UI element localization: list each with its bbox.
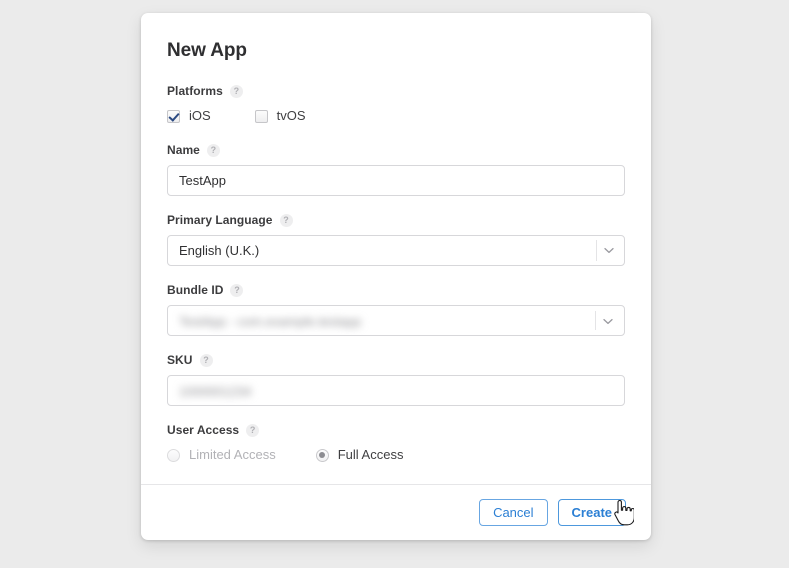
sku-input[interactable]: 1000001234: [167, 375, 625, 406]
radio-full-access[interactable]: Full Access: [315, 447, 404, 463]
checkbox-ios-label: iOS: [189, 108, 211, 123]
help-icon-user-access[interactable]: ?: [246, 424, 260, 437]
primary-language-label: Primary Language: [167, 213, 273, 227]
checkbox-tvos[interactable]: tvOS: [254, 108, 306, 124]
radio-limited-access-circle[interactable]: [167, 448, 180, 462]
platforms-checkbox-group: iOS tvOS: [167, 106, 625, 126]
checkbox-tvos-box[interactable]: [254, 109, 268, 123]
help-icon-name[interactable]: ?: [206, 144, 220, 157]
user-access-label-row: User Access ?: [167, 423, 625, 438]
field-group-bundle-id: Bundle ID ? TestApp - com.example.testap…: [167, 283, 625, 336]
radio-limited-access[interactable]: Limited Access: [167, 447, 276, 463]
checkbox-ios[interactable]: iOS: [167, 108, 211, 124]
name-label-row: Name ?: [167, 143, 625, 158]
dialog-title: New App: [167, 40, 247, 61]
bundle-id-label-row: Bundle ID ?: [167, 283, 625, 298]
checkbox-tvos-label: tvOS: [276, 108, 306, 123]
field-group-user-access: User Access ? Limited Access Full Access: [167, 423, 625, 465]
name-input[interactable]: [167, 165, 625, 196]
field-group-name: Name ?: [167, 143, 625, 196]
field-group-sku: SKU ? 1000001234: [167, 353, 625, 406]
primary-language-label-row: Primary Language ?: [167, 213, 625, 228]
sku-label: SKU: [167, 353, 193, 367]
platforms-label: Platforms: [167, 84, 223, 98]
bundle-id-select[interactable]: TestApp - com.example.testapp: [167, 305, 625, 336]
cancel-button[interactable]: Cancel: [479, 499, 548, 526]
dialog-body: New App Platforms ? iOS tvOS Name ? Test…: [141, 13, 651, 484]
select-divider-language: [596, 240, 597, 261]
help-icon-bundle-id[interactable]: ?: [230, 284, 244, 297]
help-icon-platforms[interactable]: ?: [229, 85, 243, 98]
radio-full-access-label: Full Access: [337, 447, 404, 462]
help-icon-sku[interactable]: ?: [199, 354, 213, 367]
sku-label-row: SKU ?: [167, 353, 625, 368]
checkbox-ios-box[interactable]: [167, 109, 180, 123]
new-app-dialog: New App Platforms ? iOS tvOS Name ? Test…: [141, 13, 651, 540]
sku-value: 1000001234: [179, 384, 252, 399]
dialog-footer: Cancel Create: [141, 484, 651, 540]
select-divider-bundle-id: [595, 311, 596, 330]
field-group-primary-language: Primary Language ? English (U.K.): [167, 213, 625, 266]
user-access-label: User Access: [167, 423, 240, 437]
bundle-id-label: Bundle ID: [167, 283, 224, 297]
chevron-down-icon-bundle-id: [601, 306, 615, 335]
primary-language-select[interactable]: English (U.K.): [167, 235, 625, 266]
create-button[interactable]: Create: [557, 499, 626, 526]
platforms-label-row: Platforms ?: [167, 84, 625, 99]
bundle-id-value: TestApp - com.example.testapp: [179, 314, 362, 329]
radio-limited-access-label: Limited Access: [189, 447, 276, 462]
help-icon-primary-language[interactable]: ?: [279, 214, 293, 227]
name-label: Name: [167, 143, 200, 157]
user-access-radio-group: Limited Access Full Access: [167, 445, 625, 465]
field-group-platforms: Platforms ? iOS tvOS: [167, 84, 625, 126]
primary-language-select-wrap: English (U.K.): [167, 235, 625, 266]
radio-full-access-circle[interactable]: [315, 448, 329, 462]
